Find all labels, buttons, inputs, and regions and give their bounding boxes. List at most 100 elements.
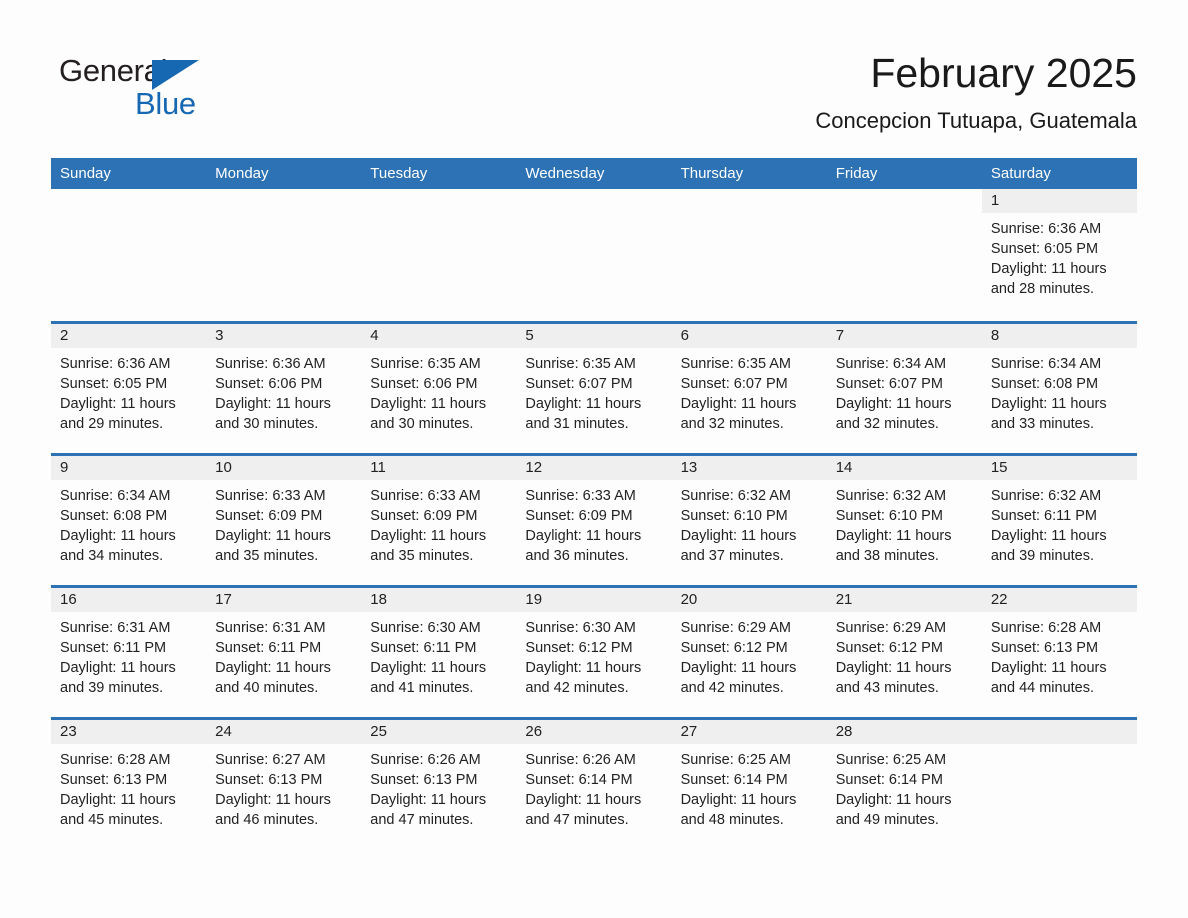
daylight-text: Daylight: 11 hours and 46 minutes. (215, 792, 331, 828)
day-number: 13 (671, 456, 827, 480)
calendar-day-9[interactable]: 9 Sunrise: 6:34 AM Sunset: 6:08 PM Daylight… (51, 456, 207, 585)
calendar-day-18[interactable]: 18 Sunrise: 6:30 AM Sunset: 6:11 PM Dayligh… (361, 588, 517, 717)
calendar-day-15[interactable]: 15 Sunrise: 6:32 AM Sunset: 6:11 PM Dayligh… (981, 456, 1137, 585)
sunrise-text: Sunrise: 6:31 AM (60, 620, 171, 636)
calendar-cell: 4 Sunrise: 6:35 AM Sunset: 6:06 PM Daylight… (361, 321, 517, 455)
day-number: 8 (981, 324, 1137, 348)
sunset-text: Sunset: 6:13 PM (215, 772, 323, 788)
calendar-day-24[interactable]: 24 Sunrise: 6:27 AM Sunset: 6:13 PM Dayligh… (206, 720, 362, 849)
generalblue-logo[interactable]: General Blue (59, 52, 319, 122)
daylight-text: Daylight: 11 hours and 38 minutes. (835, 528, 952, 564)
calendar-cell: 2 Sunrise: 6:36 AM Sunset: 6:05 PM Daylight… (51, 321, 207, 455)
sunset-text: Sunset: 6:10 PM (680, 508, 788, 524)
calendar-day-5[interactable]: 5 Sunrise: 6:35 AM Sunset: 6:07 PM Daylight… (516, 324, 672, 453)
calendar-day-14[interactable]: 14 Sunrise: 6:32 AM Sunset: 6:10 PM Dayligh… (826, 456, 982, 585)
sunrise-text: Sunrise: 6:36 AM (990, 221, 1102, 237)
calendar-day-23[interactable]: 23 Sunrise: 6:28 AM Sunset: 6:13 PM Dayligh… (51, 720, 207, 849)
sunset-text: Sunset: 6:06 PM (215, 376, 323, 392)
daylight-text: Daylight: 11 hours and 45 minutes. (60, 792, 176, 828)
daylight-text: Daylight: 11 hours and 41 minutes. (370, 660, 487, 696)
day-details: Sunrise: 6:33 AM Sunset: 6:09 PM Daylight:… (516, 480, 671, 566)
calendar-day-19[interactable]: 19 Sunrise: 6:30 AM Sunset: 6:12 PM Dayligh… (516, 588, 672, 717)
calendar-cell: 13 Sunrise: 6:32 AM Sunset: 6:10 PM Dayligh… (671, 453, 827, 587)
sunrise-text: Sunrise: 6:32 AM (680, 488, 791, 504)
calendar-cell: 10 Sunrise: 6:33 AM Sunset: 6:09 PM Dayligh… (206, 453, 362, 587)
page-title: February 2025 (870, 50, 1137, 96)
calendar-day-21[interactable]: 21 Sunrise: 6:29 AM Sunset: 6:12 PM Dayligh… (826, 588, 982, 717)
calendar-day-1[interactable]: 1 Sunrise: 6:36 AM Sunset: 6:05 PM Daylight… (981, 189, 1137, 321)
calendar-day-25[interactable]: 25 Sunrise: 6:26 AM Sunset: 6:13 PM Dayligh… (361, 720, 517, 849)
calendar-day-7[interactable]: 7 Sunrise: 6:34 AM Sunset: 6:07 PM Daylight… (826, 324, 982, 453)
daylight-text: Daylight: 11 hours and 47 minutes. (370, 792, 487, 828)
sunset-text: Sunset: 6:11 PM (990, 508, 1097, 524)
calendar-cell (981, 717, 1137, 849)
calendar-day-13[interactable]: 13 Sunrise: 6:32 AM Sunset: 6:10 PM Dayligh… (671, 456, 827, 585)
day-number: 5 (516, 324, 672, 348)
day-details: Sunrise: 6:34 AM Sunset: 6:07 PM Daylight:… (827, 348, 982, 434)
logo-text-blue: Blue (135, 86, 196, 121)
calendar-day-6[interactable]: 6 Sunrise: 6:35 AM Sunset: 6:07 PM Daylight… (671, 324, 827, 453)
daylight-text: Daylight: 11 hours and 39 minutes. (990, 528, 1107, 564)
calendar-day-8[interactable]: 8 Sunrise: 6:34 AM Sunset: 6:08 PM Daylight… (981, 324, 1137, 453)
calendar-day-20[interactable]: 20 Sunrise: 6:29 AM Sunset: 6:12 PM Dayligh… (671, 588, 827, 717)
day-details: Sunrise: 6:25 AM Sunset: 6:14 PM Daylight:… (672, 744, 827, 830)
calendar-day-26[interactable]: 26 Sunrise: 6:26 AM Sunset: 6:14 PM Dayligh… (516, 720, 672, 849)
day-number: 18 (361, 588, 517, 612)
calendar-day-blank (516, 189, 672, 321)
calendar-day-12[interactable]: 12 Sunrise: 6:33 AM Sunset: 6:09 PM Dayligh… (516, 456, 672, 585)
calendar-day-17[interactable]: 17 Sunrise: 6:31 AM Sunset: 6:11 PM Dayligh… (206, 588, 362, 717)
page-header: General Blue February 2025 Concepcion Tu… (0, 0, 1188, 158)
calendar-day-28[interactable]: 28 Sunrise: 6:25 AM Sunset: 6:14 PM Dayligh… (826, 720, 982, 849)
calendar-day-4[interactable]: 4 Sunrise: 6:35 AM Sunset: 6:06 PM Daylight… (361, 324, 517, 453)
sunrise-text: Sunrise: 6:32 AM (990, 488, 1102, 504)
day-number: 2 (51, 324, 207, 348)
calendar-cell: 7 Sunrise: 6:34 AM Sunset: 6:07 PM Daylight… (826, 321, 982, 455)
calendar-cell: 9 Sunrise: 6:34 AM Sunset: 6:08 PM Daylight… (51, 453, 207, 587)
sunset-text: Sunset: 6:06 PM (370, 376, 478, 392)
sunrise-text: Sunrise: 6:25 AM (835, 752, 947, 768)
calendar-day-3[interactable]: 3 Sunrise: 6:36 AM Sunset: 6:06 PM Daylight… (206, 324, 362, 453)
calendar-day-2[interactable]: 2 Sunrise: 6:36 AM Sunset: 6:05 PM Daylight… (51, 324, 207, 453)
sunset-text: Sunset: 6:11 PM (370, 640, 477, 656)
sunset-text: Sunset: 6:12 PM (835, 640, 943, 656)
day-number: 20 (671, 588, 827, 612)
calendar-day-16[interactable]: 16 Sunrise: 6:31 AM Sunset: 6:11 PM Dayligh… (51, 588, 207, 717)
day-details: Sunrise: 6:33 AM Sunset: 6:09 PM Daylight:… (206, 480, 361, 566)
calendar-cell: 20 Sunrise: 6:29 AM Sunset: 6:12 PM Dayligh… (671, 585, 827, 719)
calendar-cell: 27 Sunrise: 6:25 AM Sunset: 6:14 PM Dayligh… (671, 717, 827, 849)
location-subtitle: Concepcion Tutuapa, Guatemala (815, 108, 1137, 133)
calendar-day-22[interactable]: 22 Sunrise: 6:28 AM Sunset: 6:13 PM Dayligh… (981, 588, 1137, 717)
day-number: 16 (51, 588, 207, 612)
sunrise-text: Sunrise: 6:28 AM (60, 752, 171, 768)
calendar-cell: 12 Sunrise: 6:33 AM Sunset: 6:09 PM Dayligh… (516, 453, 672, 587)
sunset-text: Sunset: 6:11 PM (60, 640, 167, 656)
weekday-header-sunday: Sunday (51, 158, 207, 189)
day-details: Sunrise: 6:36 AM Sunset: 6:05 PM Daylight:… (982, 213, 1137, 299)
weekday-header-row: Sunday Monday Tuesday Wednesday Thursday Frid… (51, 158, 1137, 189)
sunset-text: Sunset: 6:12 PM (680, 640, 788, 656)
daylight-text: Daylight: 11 hours and 29 minutes. (60, 396, 176, 432)
sunset-text: Sunset: 6:13 PM (370, 772, 478, 788)
sunset-text: Sunset: 6:08 PM (990, 376, 1099, 392)
calendar-day-blank (206, 189, 362, 321)
calendar-cell (206, 189, 362, 323)
calendar-week-row: 1 Sunrise: 6:36 AM Sunset: 6:05 PM Daylight… (51, 189, 1137, 323)
sunset-text: Sunset: 6:13 PM (990, 640, 1099, 656)
calendar-cell: 23 Sunrise: 6:28 AM Sunset: 6:13 PM Dayligh… (51, 717, 207, 849)
calendar-header-row: Sunday Monday Tuesday Wednesday Thursday Frid… (51, 158, 1137, 189)
weekday-header-monday: Monday (206, 158, 362, 189)
day-details: Sunrise: 6:30 AM Sunset: 6:12 PM Daylight:… (516, 612, 671, 698)
calendar-cell: 8 Sunrise: 6:34 AM Sunset: 6:08 PM Daylight… (981, 321, 1137, 455)
sunrise-text: Sunrise: 6:30 AM (370, 620, 481, 636)
day-number: 26 (516, 720, 672, 744)
sunset-text: Sunset: 6:05 PM (990, 241, 1099, 257)
sunset-text: Sunset: 6:14 PM (525, 772, 633, 788)
sunrise-text: Sunrise: 6:35 AM (680, 356, 791, 372)
daylight-text: Daylight: 11 hours and 40 minutes. (215, 660, 331, 696)
calendar-day-empty (981, 720, 1137, 849)
sunrise-text: Sunrise: 6:26 AM (370, 752, 481, 768)
daylight-text: Daylight: 11 hours and 30 minutes. (215, 396, 331, 432)
calendar-day-10[interactable]: 10 Sunrise: 6:33 AM Sunset: 6:09 PM Dayligh… (206, 456, 362, 585)
calendar-day-11[interactable]: 11 Sunrise: 6:33 AM Sunset: 6:09 PM Dayligh… (361, 456, 517, 585)
calendar-day-27[interactable]: 27 Sunrise: 6:25 AM Sunset: 6:14 PM Dayligh… (671, 720, 827, 849)
